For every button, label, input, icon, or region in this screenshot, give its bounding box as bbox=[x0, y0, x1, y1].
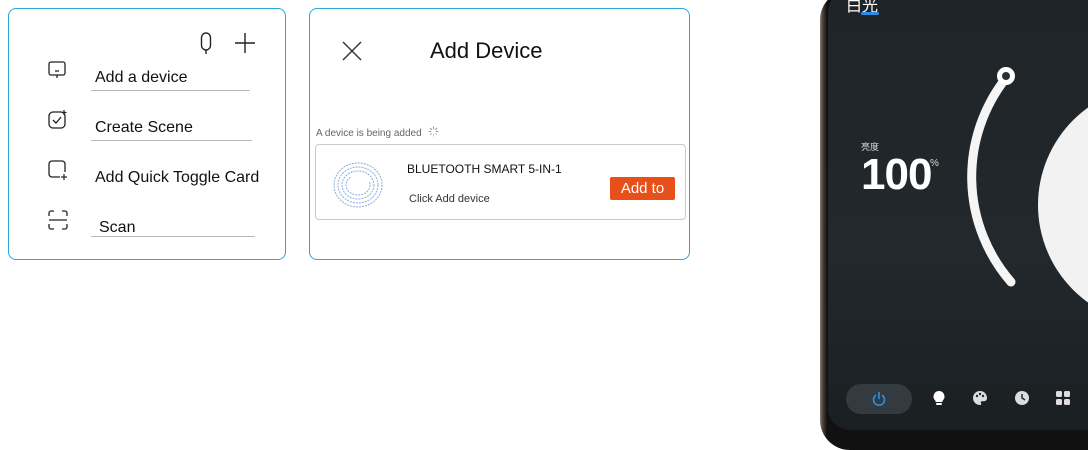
close-icon[interactable] bbox=[340, 39, 364, 63]
quick-menu-panel: Add a device Create Scene Add Quick Togg… bbox=[8, 8, 286, 260]
menu-item-label: Create Scene bbox=[95, 119, 193, 136]
device-thumbnail-icon bbox=[331, 160, 385, 215]
add-to-button[interactable]: Add to bbox=[610, 177, 675, 200]
device-name: BLUETOOTH SMART 5-IN-1 bbox=[407, 162, 562, 176]
create-scene-icon bbox=[47, 109, 69, 136]
menu-item-label: Scan bbox=[99, 219, 136, 236]
adding-status: A device is being added bbox=[316, 126, 439, 140]
divider bbox=[91, 236, 255, 237]
brightness-unit: % bbox=[930, 158, 939, 169]
phone-screen: 白光 亮度 100 % bbox=[828, 0, 1088, 430]
palette-icon[interactable] bbox=[972, 390, 988, 411]
dialog-title: Add Device bbox=[430, 38, 543, 63]
clock-icon[interactable] bbox=[1014, 390, 1030, 411]
menu-item-create-scene[interactable]: Create Scene bbox=[9, 107, 287, 147]
phone-bottom-nav bbox=[828, 378, 1088, 430]
quick-toggle-card-icon bbox=[47, 159, 69, 186]
power-icon bbox=[871, 391, 887, 412]
scan-icon bbox=[47, 209, 69, 236]
menu-item-add-quick-toggle-card[interactable]: Add Quick Toggle Card bbox=[9, 157, 287, 197]
add-device-icon bbox=[47, 59, 69, 86]
menu-item-add-device[interactable]: Add a device bbox=[9, 57, 287, 97]
divider bbox=[91, 140, 252, 141]
menu-item-scan[interactable]: Scan bbox=[9, 207, 287, 247]
brightness-value: 100 bbox=[861, 150, 932, 199]
power-button[interactable] bbox=[846, 384, 912, 414]
divider bbox=[91, 90, 250, 91]
brightness-dial[interactable] bbox=[828, 0, 1088, 430]
loading-spinner-icon bbox=[428, 126, 439, 140]
menu-item-label: Add Quick Toggle Card bbox=[95, 169, 260, 186]
menu-item-label: Add a device bbox=[95, 69, 188, 86]
grid-icon[interactable] bbox=[1055, 390, 1071, 411]
status-text: A device is being added bbox=[316, 127, 422, 139]
device-card[interactable]: BLUETOOTH SMART 5-IN-1 Click Add device … bbox=[315, 144, 686, 220]
add-device-dialog: Add Device A device is being added BLUET… bbox=[309, 8, 690, 260]
bulb-icon[interactable] bbox=[932, 390, 946, 411]
phone-frame: 白光 亮度 100 % bbox=[820, 0, 1088, 450]
device-hint: Click Add device bbox=[409, 193, 490, 205]
plus-icon[interactable] bbox=[233, 31, 257, 60]
